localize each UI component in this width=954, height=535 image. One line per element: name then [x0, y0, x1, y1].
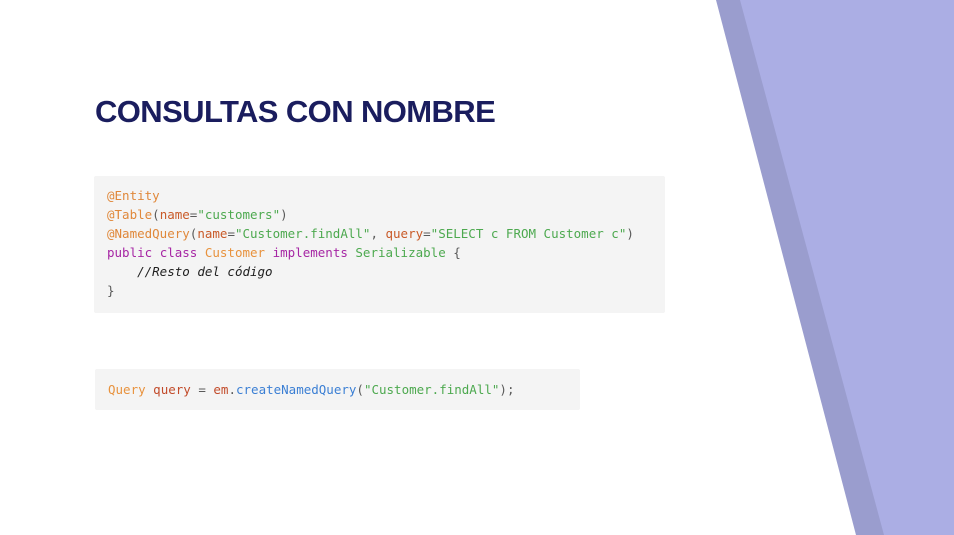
variable-em: em [213, 382, 229, 397]
code-dot: . [228, 382, 236, 397]
close-brace: } [107, 283, 115, 298]
class-name: Customer [204, 245, 266, 260]
keyword-implements: implements [272, 245, 348, 260]
code-attr-query: query [385, 226, 424, 241]
keyword-class: class [159, 245, 198, 260]
code-line-close-brace: } [107, 281, 665, 300]
code-line-create-query: Query query = em.createNamedQuery("Custo… [108, 380, 580, 399]
annotation-entity: @Entity [107, 188, 160, 203]
annotation-namedquery: @NamedQuery [107, 226, 190, 241]
code-string-jpql: "SELECT c FROM Customer c" [430, 226, 627, 241]
open-brace: { [453, 245, 461, 260]
type-query: Query [108, 382, 146, 397]
entity-code-block: @Entity @Table(name="customers") @NamedQue… [94, 176, 665, 313]
annotation-table: @Table [107, 207, 153, 222]
code-paren-open: ( [356, 382, 364, 397]
code-attr-name: name [159, 207, 190, 222]
code-paren-close: ) [626, 226, 634, 241]
code-line-entity: @Entity [107, 186, 665, 205]
named-query-call-block: Query query = em.createNamedQuery("Custo… [95, 369, 580, 410]
method-create-named-query: createNamedQuery [236, 382, 357, 397]
code-comma: , [370, 226, 386, 241]
code-line-class-declaration: public class Customer implements Seriali… [107, 243, 665, 262]
code-paren-close: ) [280, 207, 288, 222]
code-line-namedquery: @NamedQuery(name="Customer.findAll", que… [107, 224, 665, 243]
code-attr-name: name [197, 226, 228, 241]
variable-query: query [153, 382, 191, 397]
code-line-table: @Table(name="customers") [107, 205, 665, 224]
decor-light-panel [740, 0, 954, 535]
slide-title: CONSULTAS CON NOMBRE [95, 94, 496, 129]
interface-name: Serializable [355, 245, 446, 260]
code-string-customers: "customers" [197, 207, 281, 222]
code-paren-close-semicolon: ); [499, 382, 515, 397]
code-paren-open: ( [152, 207, 160, 222]
code-equals: = [423, 226, 431, 241]
decor-dark-stripe [716, 0, 954, 535]
code-string-query-name: "Customer.findAll" [234, 226, 371, 241]
code-line-comment: //Resto del código [107, 262, 665, 281]
keyword-public: public [107, 245, 153, 260]
code-equals: = [227, 226, 235, 241]
code-assign: = [198, 382, 206, 397]
code-comment: //Resto del código [137, 264, 273, 279]
code-string-query-name: "Customer.findAll" [363, 382, 500, 397]
